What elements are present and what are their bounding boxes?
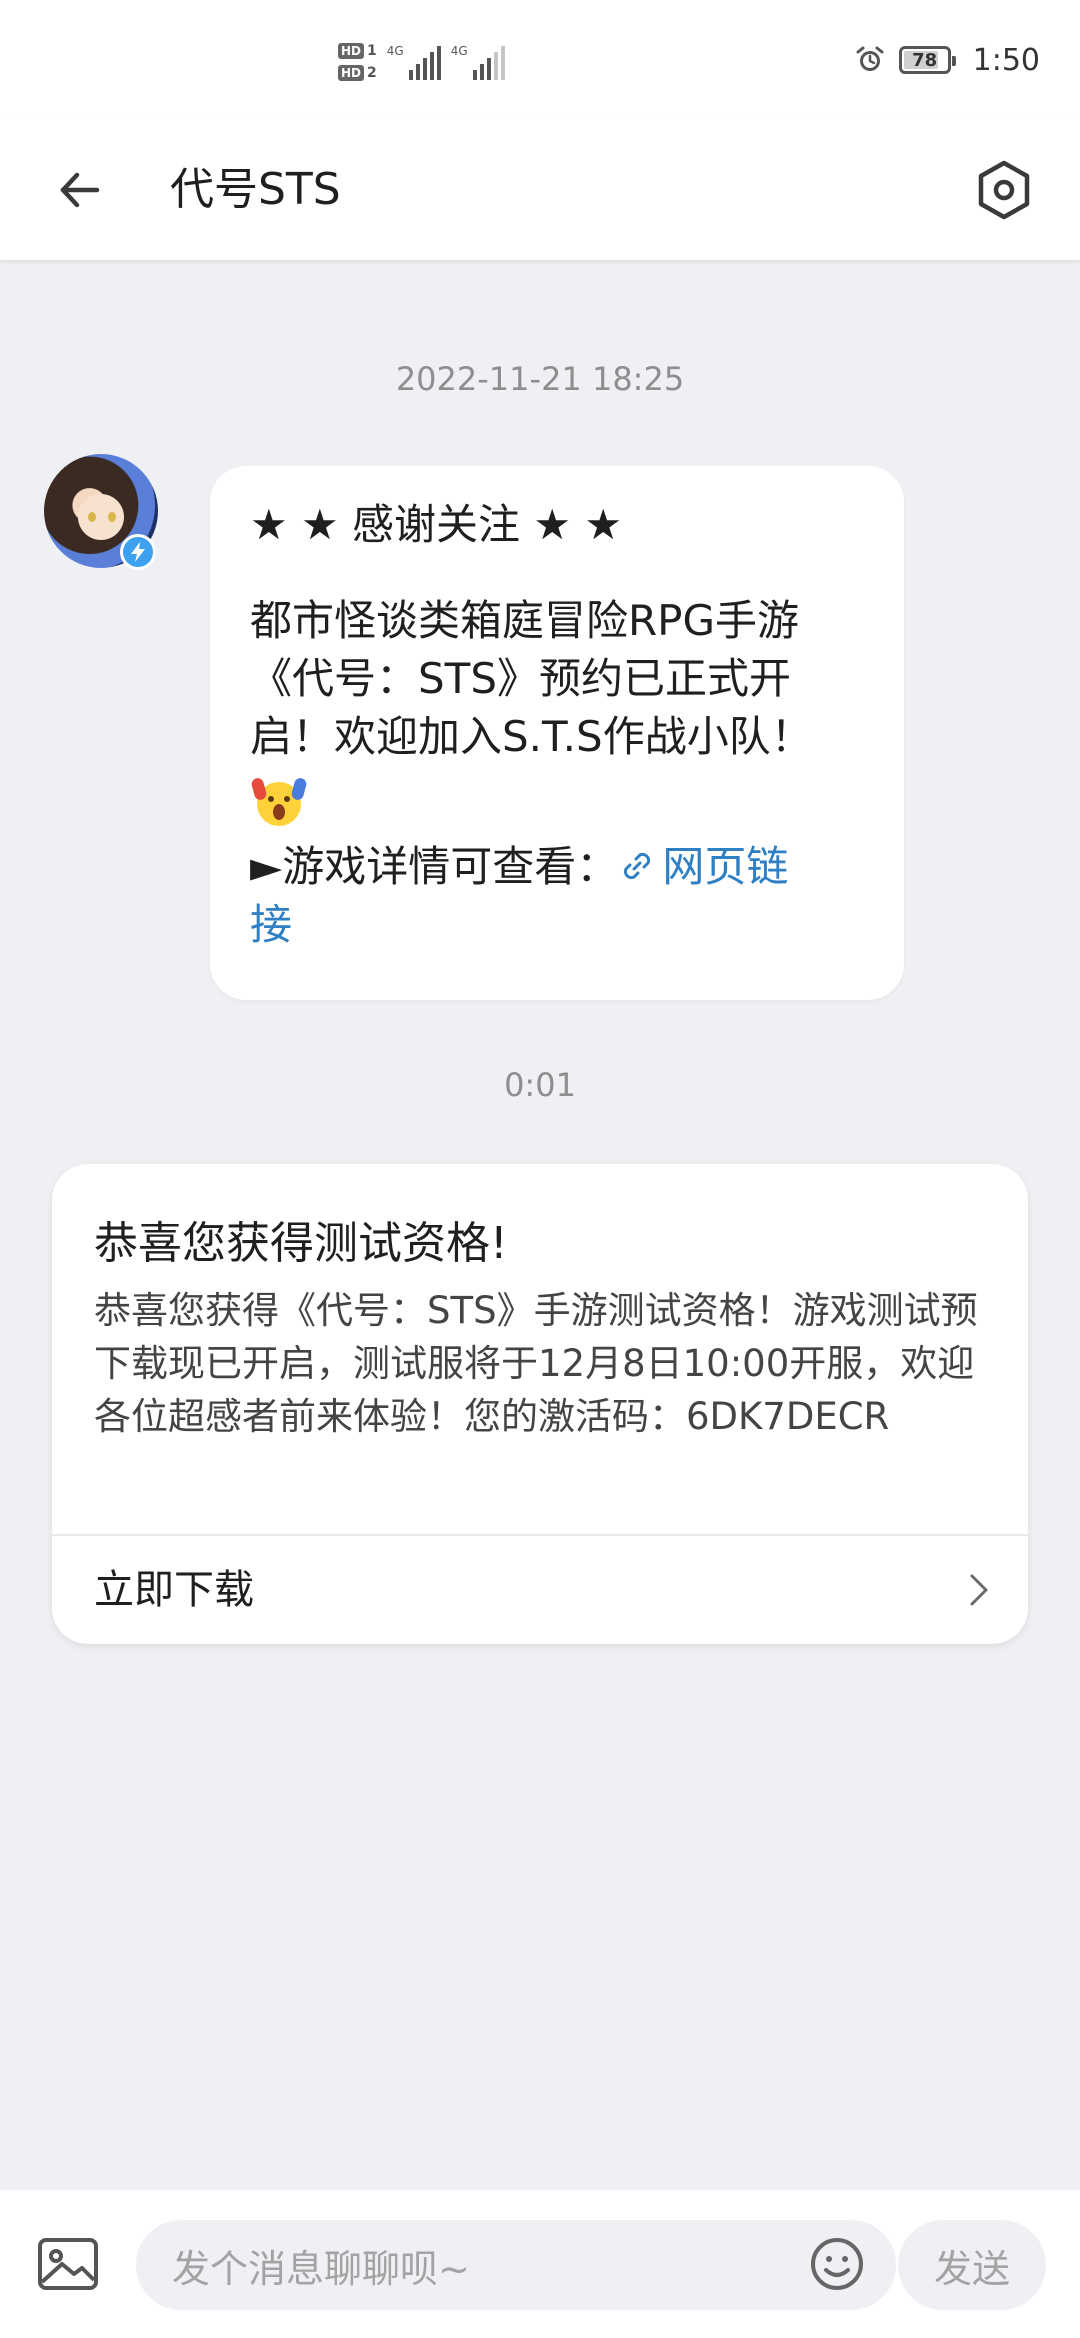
back-button[interactable] [44,155,114,225]
message-timestamp: 0:01 [504,1066,576,1104]
verified-badge [120,534,156,570]
network-type: 4G [450,44,468,58]
hd-label: HD [338,65,365,81]
message-details: ►游戏详情可查看： 网页链 接 [250,838,864,954]
status-right: 78 1:50 [855,38,1040,82]
notification-card: 恭喜您获得测试资格! 恭喜您获得《代号：STS》手游测试资格！游戏测试预下载现已… [52,1164,1028,1644]
message-input[interactable]: 发个消息聊聊呗~ [136,2220,896,2310]
alarm-icon [856,46,884,71]
sim-indicators: HD 1 HD 2 4G 4G [338,34,505,90]
image-icon [38,2238,98,2290]
avatar-eye [88,512,96,522]
message-line: 《代号：STS》预约已正式开 [250,654,791,703]
download-now-label: 立即下载 [94,1567,254,1613]
signal-icon: 4G [387,44,441,80]
battery-icon: 78 [898,46,956,74]
download-now-button[interactable]: 立即下载 [52,1536,1028,1644]
sim-labels: HD 1 HD 2 [338,43,377,81]
webpage-link[interactable]: 网页链 [662,842,788,891]
avatar-face [78,494,124,540]
lightning-icon [131,542,145,562]
shocked-emoji-icon [251,778,307,826]
link-icon [624,852,651,880]
message-body: 都市怪谈类箱庭冒险RPG手游 《代号：STS》预约已正式开 启！欢迎加入S.T.… [250,592,864,766]
network-type: 4G [386,44,404,58]
status-bar: HD 1 HD 2 4G 4G 78 1:50 [0,0,1080,120]
input-bar: 发个消息聊聊呗~ 发送 [0,2190,1080,2338]
image-picker-button[interactable] [34,2230,102,2298]
avatar-eye [108,512,116,522]
sim2-badge: HD 2 [338,65,377,81]
card-title: 恭喜您获得测试资格! [94,1218,508,1269]
message-line: 启！欢迎加入S.T.S作战小队！ [250,712,813,761]
message-timestamp: 2022-11-21 18:25 [395,360,685,398]
hexagon-gear-icon [978,160,1030,220]
message-title: ★ ★ 感谢关注 ★ ★ [250,500,623,549]
hd-label: HD [338,43,365,59]
signal-icon: 4G [451,44,505,80]
details-prefix: ►游戏详情可查看： [250,842,619,891]
message-bubble: ★ ★ 感谢关注 ★ ★ 都市怪谈类箱庭冒险RPG手游 《代号：STS》预约已正… [210,466,904,1000]
arrow-left-icon [60,172,100,208]
card-body: 恭喜您获得《代号：STS》手游测试资格！游戏测试预下载现已开启，测试服将于12月… [94,1289,978,1438]
emoji-icon[interactable] [808,2235,866,2293]
webpage-link-continued[interactable]: 接 [250,896,864,954]
chevron-right-icon [970,1574,988,1606]
sim1-badge: HD 1 [338,43,377,59]
sim-index: 2 [367,65,377,81]
sim-index: 1 [367,43,377,59]
app-header: 代号STS [0,120,1080,260]
send-button[interactable]: 发送 [898,2220,1046,2310]
message-line: 都市怪谈类箱庭冒险RPG手游 [250,596,800,645]
clock-time: 1:50 [972,42,1040,78]
settings-button[interactable] [964,150,1044,230]
battery-level: 78 [912,49,938,71]
page-title: 代号STS [170,164,341,215]
send-label: 发送 [933,2246,1010,2291]
message-input-placeholder: 发个消息聊聊呗~ [172,2246,470,2291]
